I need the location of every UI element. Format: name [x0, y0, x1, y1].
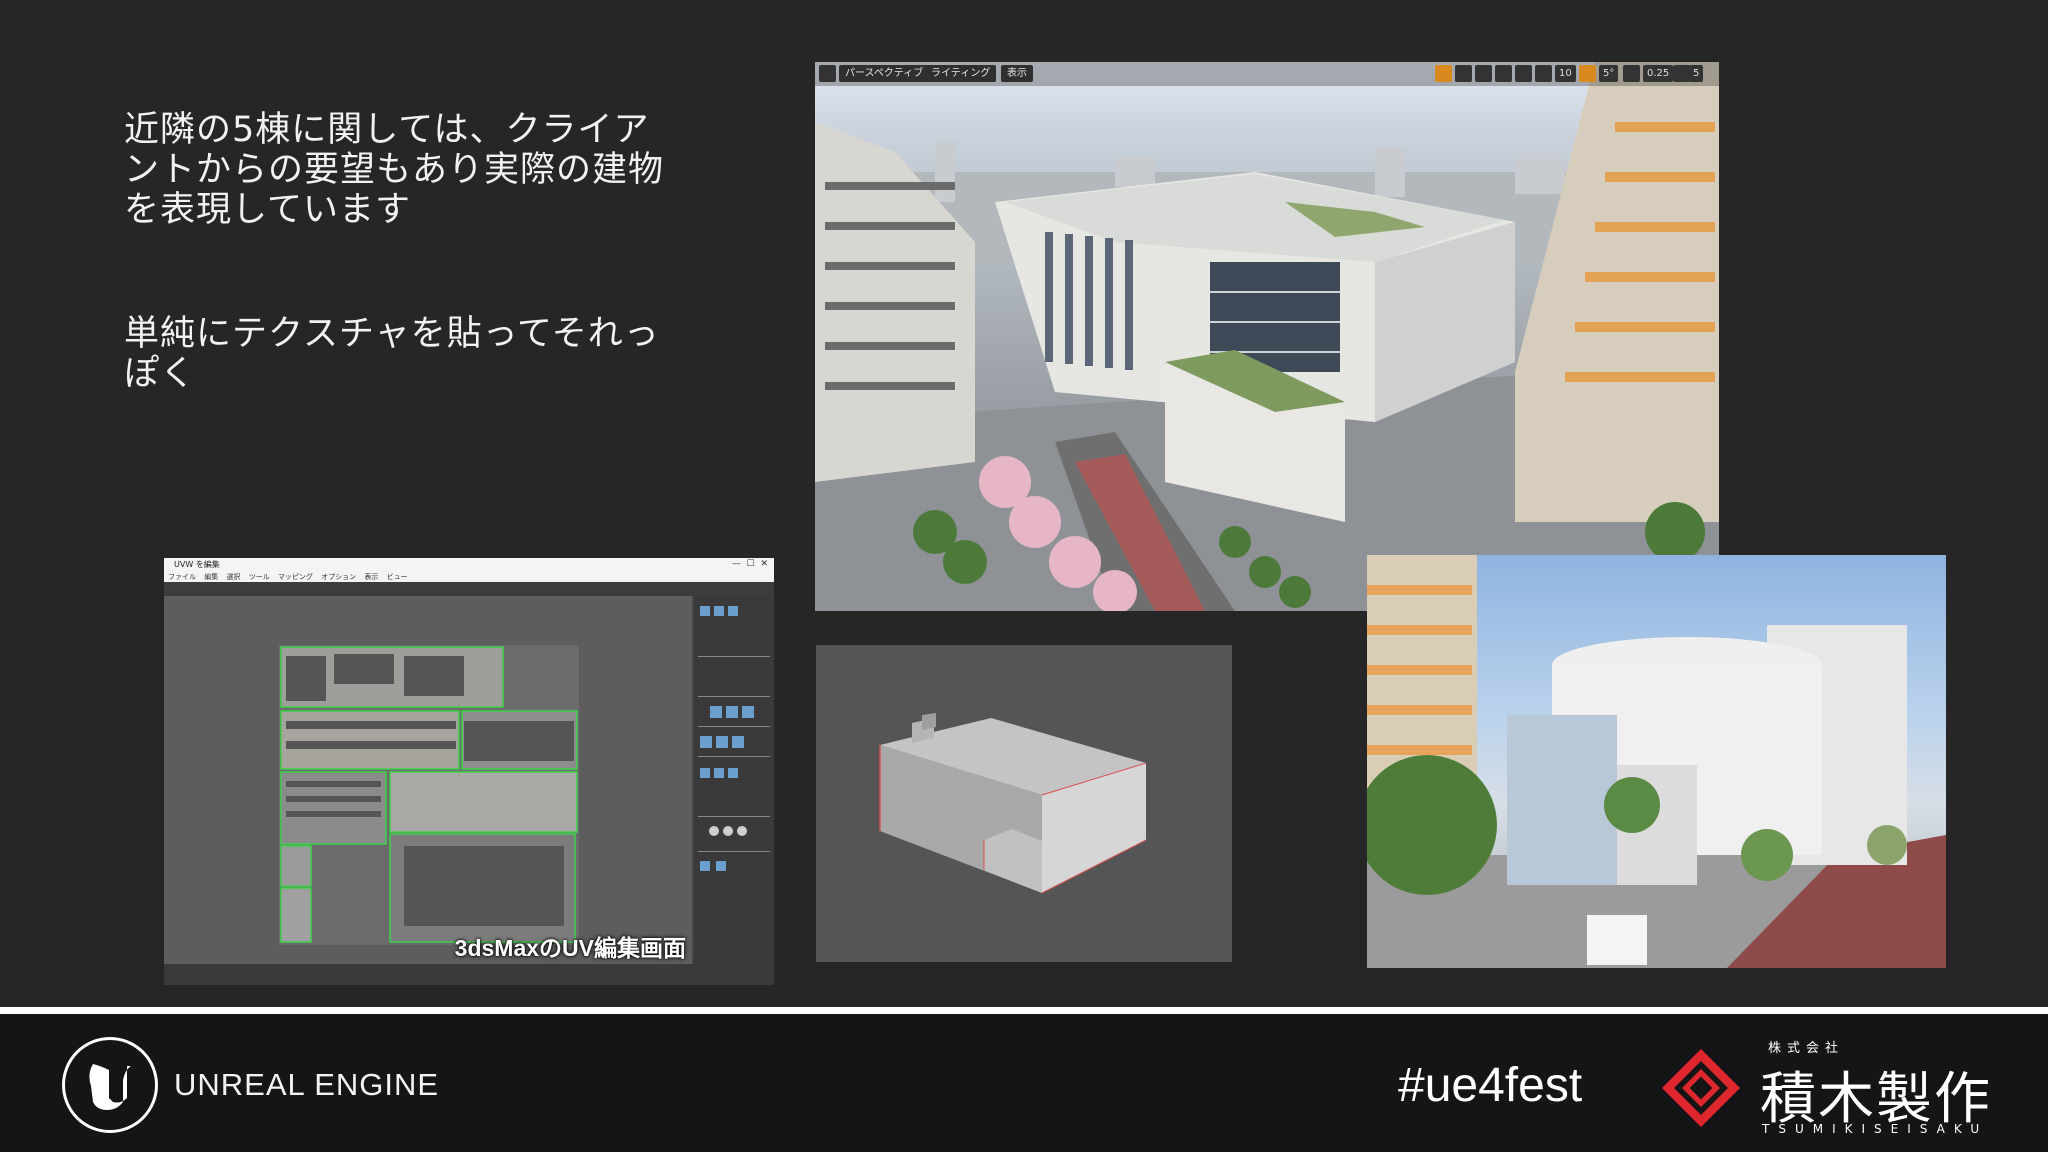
uv-toolbar[interactable] [164, 582, 774, 596]
translate-icon[interactable] [1435, 65, 1452, 82]
grid-snap-icon[interactable] [1535, 65, 1552, 82]
grid-snap-value[interactable]: 10 [1555, 65, 1576, 82]
uv-texture-atlas [279, 645, 579, 945]
show-button[interactable]: 表示 [1001, 65, 1033, 82]
street-render-image [1367, 555, 1946, 968]
menu-select[interactable]: 選択 [226, 573, 240, 581]
menu-options[interactable]: オプション [321, 573, 356, 581]
uv-tool-icons [698, 606, 770, 871]
menu-display[interactable]: 表示 [364, 573, 378, 581]
scale-snap-icon[interactable] [1623, 65, 1640, 82]
scale-snap-value[interactable]: 0.25 [1643, 65, 1674, 82]
world-local-icon[interactable] [1495, 65, 1512, 82]
ue-viewport-screenshot: パースペクティブ ライティング 表示 10 5° 0.25 5 [815, 62, 1719, 611]
3dsmax-uv-editor-window: UVW を編集 — ☐ ✕ ファイル 編集 選択 ツール マッピング オプション… [164, 558, 774, 985]
uv-canvas[interactable] [164, 596, 692, 964]
camera-speed-icon[interactable] [1673, 65, 1690, 82]
menu-edit[interactable]: 編集 [204, 573, 218, 581]
lighting-button[interactable]: ライティング [925, 65, 997, 82]
paragraph-texture-note: 単純にテクスチャを貼ってそれっ ぽく [124, 314, 660, 394]
city-aerial-image [815, 62, 1719, 611]
window-titlebar: UVW を編集 [164, 558, 774, 572]
company-name-romaji: TSUMIKISEISAKU [1762, 1122, 1989, 1136]
footer-divider [0, 1007, 2048, 1014]
menu-mapping[interactable]: マッピング [278, 573, 313, 581]
uv-tools-panel[interactable] [694, 596, 774, 964]
perspective-button[interactable]: パースペクティブ [839, 65, 930, 82]
camera-speed-value[interactable]: 5 [1689, 65, 1704, 82]
scale-icon[interactable] [1475, 65, 1492, 82]
rendered-street-image [1367, 555, 1946, 968]
window-controls[interactable]: — ☐ ✕ [732, 559, 768, 569]
uv-status-bar[interactable] [164, 964, 774, 985]
viewport-menu-button[interactable] [819, 65, 836, 82]
window-title: UVW を編集 [174, 560, 220, 569]
menu-bar: ファイル 編集 選択 ツール マッピング オプション 表示 ビュー [164, 572, 774, 582]
menu-tools[interactable]: ツール [249, 573, 270, 581]
menu-view[interactable]: ビュー [387, 573, 408, 581]
unreal-u-icon [89, 1064, 131, 1110]
unreal-engine-label: UNREAL ENGINE [174, 1067, 440, 1102]
menu-file[interactable]: ファイル [168, 573, 196, 581]
building-model-viewport [816, 645, 1232, 962]
building-model-image [879, 713, 1147, 894]
rotation-snap-value[interactable]: 5° [1599, 65, 1619, 82]
surface-snap-icon[interactable] [1515, 65, 1532, 82]
paragraph-nearby-buildings: 近隣の5棟に関しては、クライア ントからの要望もあり実際の建物 を表現しています [124, 110, 665, 230]
rotate-icon[interactable] [1455, 65, 1472, 82]
uv-editor-caption: 3dsMaxのUV編集画面 [454, 935, 686, 961]
tsumiki-logo-icon [1662, 1049, 1740, 1127]
unreal-engine-logo [62, 1037, 158, 1133]
rotation-snap-icon[interactable] [1579, 65, 1596, 82]
event-hashtag: #ue4fest [1398, 1059, 1583, 1112]
